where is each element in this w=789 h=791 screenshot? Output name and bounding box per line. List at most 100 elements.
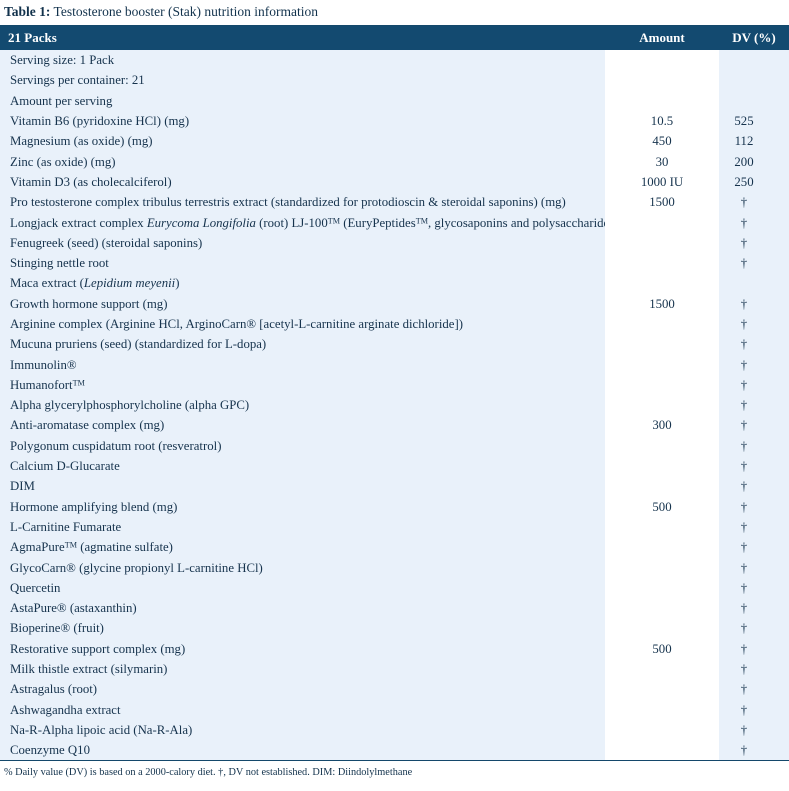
cell-dv: [719, 90, 789, 111]
table-row: AgmaPureTM (agmatine sulfate) †: [0, 537, 789, 558]
cell-dv: †: [719, 719, 789, 741]
table-row: Astragalus (root) †: [0, 679, 789, 700]
cell-ingredient: Magnesium (as oxide) (mg): [0, 131, 605, 152]
cell-dv: [719, 273, 789, 294]
cell-amount: [605, 395, 719, 416]
table-row: Amount per serving: [0, 90, 789, 111]
table-row: Servings per container: 21: [0, 70, 789, 91]
cell-ingredient: AstaPure® (astaxanthin): [0, 598, 605, 619]
cell-dv: †: [719, 638, 789, 659]
cell-amount: [605, 557, 719, 578]
cell-amount: [605, 699, 719, 720]
table-footnote: % Daily value (DV) is based on a 2000-ca…: [4, 767, 413, 779]
cell-amount: [605, 50, 719, 71]
cell-amount: 1500: [605, 293, 719, 314]
cell-ingredient: Immunolin®: [0, 354, 605, 375]
cell-amount: [605, 476, 719, 497]
cell-dv: †: [719, 395, 789, 416]
cell-ingredient: Growth hormone support (mg): [0, 293, 605, 314]
cell-dv: †: [719, 537, 789, 558]
cell-amount: [605, 719, 719, 741]
cell-ingredient: Stinging nettle root: [0, 252, 605, 274]
cell-ingredient: AgmaPureTM (agmatine sulfate): [0, 537, 605, 558]
table-row: HumanofortTM †: [0, 374, 789, 396]
table-row: Immunolin® †: [0, 354, 789, 375]
cell-amount: [605, 313, 719, 335]
table-row: Restorative support complex (mg) 500 †: [0, 638, 789, 659]
cell-ingredient: Calcium D-Glucarate: [0, 455, 605, 477]
cell-dv: †: [719, 252, 789, 274]
table-page: Table 1: Testosterone booster (Stak) nut…: [0, 0, 789, 791]
cell-ingredient: Mucuna pruriens (seed) (standardized for…: [0, 334, 605, 355]
header-row: 21 Packs Amount DV (%): [0, 25, 789, 50]
table-row: Growth hormone support (mg) 1500 †: [0, 293, 789, 314]
cell-amount: [605, 537, 719, 558]
cell-amount: [605, 577, 719, 599]
cell-dv: †: [719, 334, 789, 355]
cell-dv: †: [719, 618, 789, 639]
cell-amount: 1000 IU: [605, 171, 719, 193]
cell-dv: 525: [719, 110, 789, 132]
cell-ingredient: Alpha glycerylphosphorylcholine (alpha G…: [0, 395, 605, 416]
cell-amount: [605, 70, 719, 91]
cell-dv: †: [719, 455, 789, 477]
table-row: Arginine complex (Arginine HCl, ArginoCa…: [0, 313, 789, 335]
cell-dv: †: [719, 212, 789, 233]
cell-amount: [605, 435, 719, 456]
cell-ingredient: GlycoCarn® (glycine propionyl L-carnitin…: [0, 557, 605, 578]
cell-dv: †: [719, 577, 789, 599]
cell-ingredient: Restorative support complex (mg): [0, 638, 605, 659]
cell-ingredient: Coenzyme Q10: [0, 740, 605, 762]
cell-dv: †: [719, 354, 789, 375]
cell-amount: 1500: [605, 192, 719, 213]
cell-ingredient: Na-R-Alpha lipoic acid (Na-R-Ala): [0, 719, 605, 741]
cell-dv: †: [719, 435, 789, 456]
cell-amount: [605, 658, 719, 680]
table-row: Ashwagandha extract †: [0, 699, 789, 720]
table-row: Na-R-Alpha lipoic acid (Na-R-Ala) †: [0, 719, 789, 741]
table-row: Polygonum cuspidatum root (resveratrol) †: [0, 435, 789, 456]
cell-amount: [605, 232, 719, 253]
cell-ingredient: Hormone amplifying blend (mg): [0, 496, 605, 517]
table-row: Magnesium (as oxide) (mg) 450 112: [0, 131, 789, 152]
cell-amount: [605, 354, 719, 375]
cell-dv: †: [719, 516, 789, 538]
cell-ingredient: Zinc (as oxide) (mg): [0, 151, 605, 172]
cell-amount: [605, 740, 719, 762]
cell-dv: †: [719, 699, 789, 720]
cell-dv: [719, 70, 789, 91]
table-row: Fenugreek (seed) (steroidal saponins) †: [0, 232, 789, 253]
table-row: Stinging nettle root †: [0, 252, 789, 274]
cell-amount: 30: [605, 151, 719, 172]
cell-dv: †: [719, 415, 789, 436]
cell-amount: [605, 252, 719, 274]
cell-ingredient: Serving size: 1 Pack: [0, 50, 605, 71]
header-dv: DV (%): [719, 25, 789, 50]
cell-dv: †: [719, 679, 789, 700]
cell-amount: 500: [605, 496, 719, 517]
cell-dv: †: [719, 192, 789, 213]
table-row: Milk thistle extract (silymarin) †: [0, 658, 789, 680]
cell-ingredient: Longjack extract complex Eurycoma Longif…: [0, 212, 605, 233]
cell-dv: 200: [719, 151, 789, 172]
table-body: Serving size: 1 Pack Servings per contain…: [0, 50, 789, 762]
cell-amount: [605, 90, 719, 111]
table-row: GlycoCarn® (glycine propionyl L-carnitin…: [0, 557, 789, 578]
table-caption: Table 1: Testosterone booster (Stak) nut…: [0, 0, 789, 25]
header-packs: 21 Packs: [0, 25, 605, 50]
table-row: Pro testosterone complex tribulus terres…: [0, 192, 789, 213]
cell-amount: [605, 273, 719, 294]
cell-amount: [605, 212, 719, 233]
caption-label: Table 1:: [4, 4, 51, 19]
cell-ingredient: Ashwagandha extract: [0, 699, 605, 720]
cell-ingredient: HumanofortTM: [0, 374, 605, 396]
cell-amount: [605, 598, 719, 619]
table-row: Calcium D-Glucarate †: [0, 455, 789, 477]
table-row: Coenzyme Q10 †: [0, 740, 789, 762]
nutrition-table: 21 Packs Amount DV (%) Serving size: 1 P…: [0, 25, 789, 762]
cell-ingredient: DIM: [0, 476, 605, 497]
cell-ingredient: Polygonum cuspidatum root (resveratrol): [0, 435, 605, 456]
table-row: Zinc (as oxide) (mg) 30 200: [0, 151, 789, 172]
cell-dv: 250: [719, 171, 789, 193]
cell-ingredient: Amount per serving: [0, 90, 605, 111]
